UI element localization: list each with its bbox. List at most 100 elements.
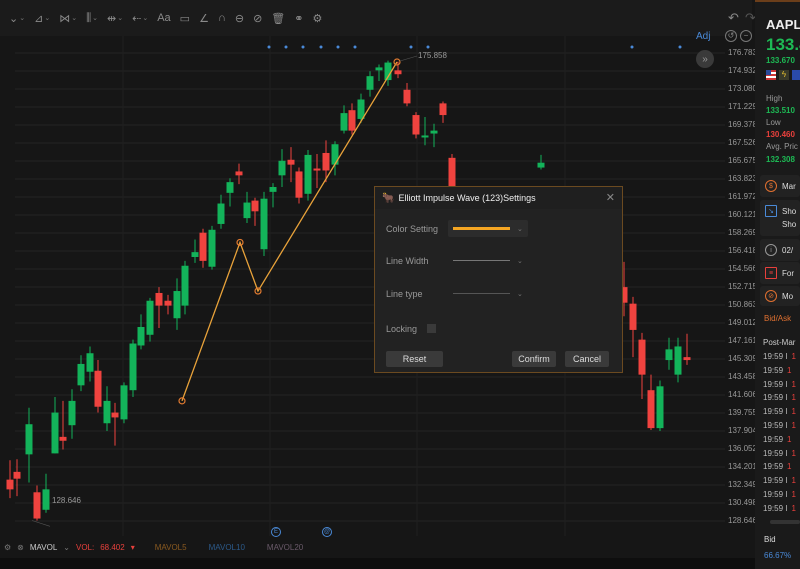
eraser-tool-icon[interactable]: ⊘ (253, 12, 262, 25)
trade-row: 19:59 I1 (763, 393, 796, 402)
candle-down (155, 292, 163, 306)
chevron-down-icon[interactable]: ⌄ (44, 14, 50, 22)
chevron-down-icon[interactable]: ⌄ (63, 543, 70, 552)
candle-up (146, 300, 154, 335)
event-dot (630, 45, 634, 49)
chevron-down-icon[interactable]: ⌄ (92, 14, 98, 22)
bid-ask-tab[interactable]: Bid/Ask (764, 314, 791, 323)
expand-panel-button[interactable]: » (696, 50, 714, 68)
reset-zoom-icon[interactable]: ↺ (725, 30, 737, 42)
settings-icon[interactable]: ⚙ (4, 543, 11, 552)
line-width-select[interactable]: ⌄ (448, 252, 528, 269)
ruler-tool-icon[interactable]: ∠ (199, 12, 209, 25)
panel-item-label: Sho (782, 207, 797, 216)
close-icon[interactable]: ✕ (606, 191, 615, 204)
candle-down (348, 110, 356, 131)
candle-up (129, 343, 137, 391)
trendline-tool-icon[interactable]: ⊿ ⌄ (34, 12, 50, 25)
y-tick-label: 174.932 (728, 65, 757, 75)
dialog-header[interactable]: 🐂 Elliott Impulse Wave (123)Settings (375, 187, 622, 209)
color-setting-select[interactable]: ⌄ (448, 220, 528, 237)
trades-scrollbar[interactable] (770, 520, 800, 524)
candle-up (366, 76, 374, 90)
earnings-event-icon[interactable]: E (271, 527, 281, 537)
y-tick-label: 152.715 (728, 281, 757, 291)
fib-tool-icon[interactable]: ⋈ ⌄ (59, 12, 77, 25)
peak-price-label: 175.858 (418, 51, 447, 60)
settings-tool-icon[interactable]: ⚙ (312, 12, 322, 25)
trade-time: 19:59 I (763, 407, 788, 417)
magnet-tool-icon[interactable]: ∩ (218, 12, 226, 24)
y-tick-label: 150.863 (728, 300, 757, 309)
line-type-select[interactable]: ⌄ (448, 285, 528, 302)
y-tick-label: 149.012 (728, 317, 757, 327)
reset-button[interactable]: Reset (386, 351, 443, 367)
dividend-event-icon[interactable]: @ (322, 527, 332, 537)
event-dot (319, 45, 323, 49)
candle-down (33, 492, 41, 519)
avg-price-label: Avg. Pric (766, 142, 798, 151)
adjust-button[interactable]: Adj (696, 31, 710, 42)
chevron-down-icon[interactable]: ⌄ (19, 14, 25, 22)
candle-up (173, 291, 181, 319)
candle-down (287, 159, 295, 165)
bid-percent: 66.67% (764, 551, 792, 560)
panel-item-label: 02/ (782, 245, 794, 255)
badge-icon (792, 70, 800, 80)
trade-price: 1 (791, 407, 796, 417)
measure-tool-icon[interactable]: ⇹ ⌄ (107, 12, 123, 25)
y-tick-label: 147.161 (728, 335, 757, 345)
symbol-label: AAPL (766, 17, 800, 32)
trade-row: 19:59 I1 (763, 380, 796, 389)
trade-time: 19:59 I (763, 476, 788, 486)
channel-tool-icon[interactable]: ⫼ ⌄ (86, 12, 98, 25)
y-tick-label: 136.052 (728, 443, 757, 453)
zoom-out-icon[interactable]: − (740, 30, 752, 42)
delete-tool-icon[interactable]: 🗑 (271, 12, 285, 25)
candle-down (403, 89, 411, 104)
event-dot (267, 45, 271, 49)
elliott-wave-settings-dialog: 🐂 Elliott Impulse Wave (123)Settings ✕ C… (374, 186, 623, 373)
panel-item-more[interactable]: ⊘ Mo (760, 286, 800, 306)
us-flag-icon (766, 70, 776, 80)
candle-up (537, 162, 545, 168)
arrow-tool-icon[interactable]: ⇠ ⌄ (132, 12, 148, 25)
candle-down (295, 171, 303, 198)
chevron-down-icon[interactable]: ⌄ (117, 14, 123, 22)
indicator-name[interactable]: MAVOL (30, 543, 57, 552)
close-indicator-icon[interactable]: ⊗ (17, 543, 24, 552)
candle-up (120, 385, 128, 420)
comment-tool-icon[interactable]: ▭ (180, 12, 190, 25)
document-icon: ≡ (765, 267, 777, 279)
chevron-down-icon[interactable]: ⌄ (142, 14, 148, 22)
info-icon: i (765, 244, 777, 256)
candle-up (68, 400, 76, 426)
trade-time: 19:59 I (763, 393, 788, 403)
panel-item-short[interactable]: ↘ Sho Sho (760, 200, 800, 236)
candle-up (137, 327, 145, 346)
event-dot (353, 45, 357, 49)
panel-item-margin[interactable]: $ Mar (760, 175, 800, 197)
chevron-down-icon[interactable]: ⌄ (71, 14, 77, 22)
cursor-dropdown-icon[interactable]: ⌄ ⌄ (9, 12, 25, 25)
trade-time: 19:59 I (763, 379, 788, 389)
event-dot (336, 45, 340, 49)
compare-tool-icon[interactable]: ⚭ (294, 12, 303, 25)
confirm-button[interactable]: Confirm (512, 351, 556, 367)
y-tick-label: 137.904 (728, 425, 757, 435)
y-tick-label: 141.606 (728, 389, 757, 399)
y-tick-label: 139.755 (728, 407, 757, 417)
candle-down (439, 103, 447, 116)
high-value: 133.510 (766, 106, 795, 115)
text-tool-icon[interactable]: Aa (157, 12, 170, 24)
trade-price: 1 (787, 462, 792, 472)
locking-checkbox[interactable] (427, 324, 436, 333)
panel-item-date[interactable]: i 02/ (760, 239, 800, 261)
panel-item-forecast[interactable]: ≡ For (760, 262, 800, 284)
cancel-button[interactable]: Cancel (565, 351, 609, 367)
hide-tool-icon[interactable]: ⊖ (235, 12, 244, 25)
undo-icon[interactable]: ↶ (728, 10, 739, 26)
color-swatch (453, 227, 510, 230)
candle-down (59, 436, 67, 441)
candle-up (278, 160, 286, 176)
